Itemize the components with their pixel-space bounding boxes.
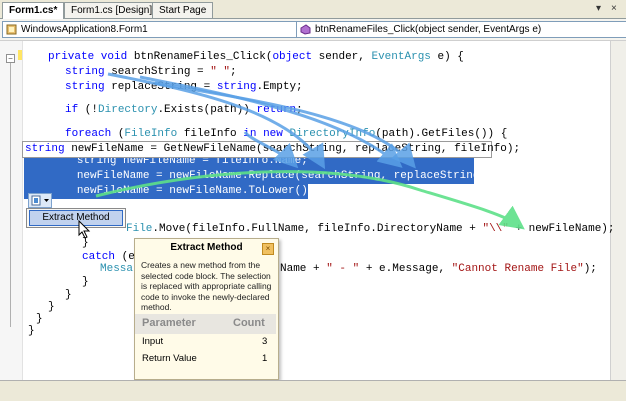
tooltip-title: Extract Method xyxy=(170,242,243,253)
smart-tag-menu: Extract Method xyxy=(26,208,126,228)
smart-tag-button[interactable] xyxy=(28,193,52,208)
row-input-label: Input xyxy=(142,336,164,347)
mouse-cursor-icon xyxy=(78,220,91,239)
annotation-arrows xyxy=(95,72,525,369)
tooltip-description: Creates a new method from the selected c… xyxy=(141,260,272,312)
row-return-count: 1 xyxy=(262,353,268,364)
extract-method-menu-item[interactable]: Extract Method xyxy=(29,210,123,226)
input-arrow xyxy=(107,72,326,170)
status-bar xyxy=(0,380,626,401)
col-parameter: Parameter xyxy=(142,317,196,329)
row-return-label: Return Value xyxy=(142,353,197,364)
refactor-icon xyxy=(31,195,49,206)
input-arrow xyxy=(243,130,299,169)
close-icon[interactable]: × xyxy=(262,243,274,255)
input-arrow xyxy=(154,81,416,169)
row-input-count: 3 xyxy=(262,336,268,347)
return-arrow xyxy=(95,170,525,230)
col-count: Count xyxy=(233,317,265,329)
tooltip-table-header: Parameter Count xyxy=(135,314,276,334)
